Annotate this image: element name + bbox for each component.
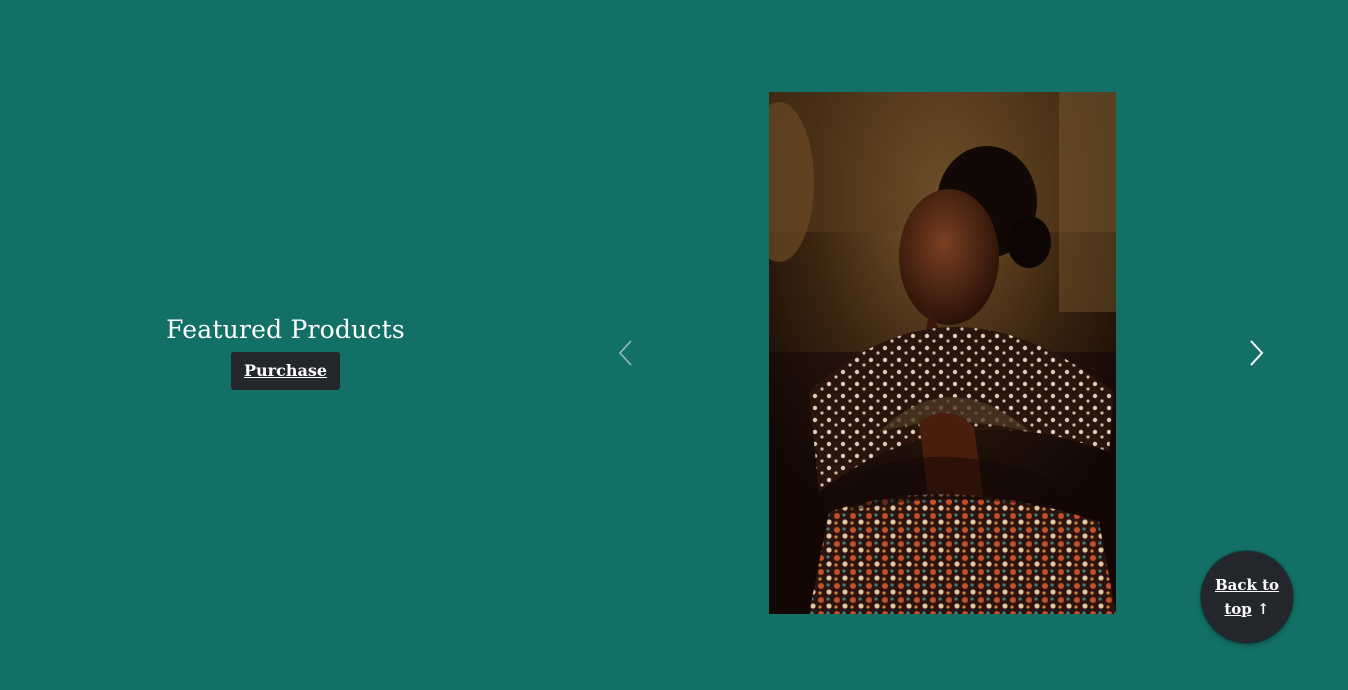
product-carousel <box>600 92 1280 614</box>
featured-products-block: Featured Products Purchase <box>0 312 571 390</box>
portrait-photo <box>769 92 1116 614</box>
carousel-product-image[interactable] <box>769 92 1116 614</box>
back-to-top-text-line2: top <box>1224 600 1252 618</box>
carousel-next-button[interactable] <box>1242 338 1272 368</box>
back-to-top-button[interactable]: Back to top ↑ <box>1201 551 1293 643</box>
back-to-top-text-line1: Back to <box>1214 576 1280 594</box>
carousel-prev-button[interactable] <box>612 338 642 368</box>
page: Featured Products Purchase Back to top ↑ <box>0 0 1348 690</box>
featured-products-title: Featured Products <box>166 315 405 344</box>
chevron-right-icon <box>1250 340 1264 366</box>
purchase-button[interactable]: Purchase <box>230 352 341 390</box>
back-to-top-label: Back to top ↑ <box>1212 573 1282 621</box>
chevron-left-icon <box>618 340 632 366</box>
arrow-up-icon: ↑ <box>1257 600 1270 618</box>
